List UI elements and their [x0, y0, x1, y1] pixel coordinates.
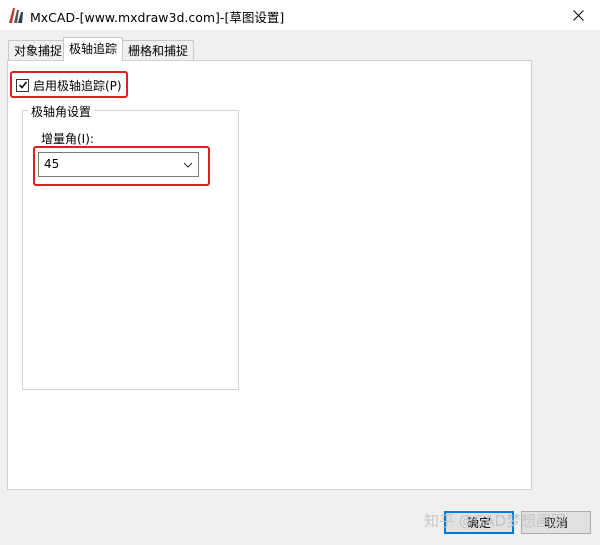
checkbox-box[interactable] [16, 78, 29, 92]
enable-polar-tracking-checkbox[interactable]: 启用极轴追踪(P) [16, 76, 122, 94]
tab-polar-tracking[interactable]: 极轴追踪 [63, 37, 124, 61]
window-title: MxCAD-[www.mxdraw3d.com]-[草图设置] [30, 10, 285, 25]
increment-angle-value: 45 [44, 157, 60, 171]
chevron-down-icon [183, 162, 193, 168]
app-logo-icon [9, 8, 23, 23]
increment-angle-label: 增量角(I): [41, 132, 94, 146]
tab-grid-snap[interactable]: 栅格和捕捉 [122, 40, 195, 61]
cancel-button[interactable]: 取消 [521, 511, 591, 534]
ok-button[interactable]: 确定 [444, 511, 514, 534]
checkmark-icon [18, 81, 27, 89]
polar-angle-group-title: 极轴角设置 [28, 103, 95, 120]
enable-polar-tracking-label: 启用极轴追踪(P) [33, 78, 122, 93]
close-button[interactable] [556, 0, 600, 30]
increment-angle-select[interactable]: 45 [38, 152, 199, 177]
tab-object-snap[interactable]: 对象捕捉 [8, 40, 69, 61]
close-icon [572, 9, 584, 21]
title-bar: MxCAD-[www.mxdraw3d.com]-[草图设置] [0, 0, 600, 30]
